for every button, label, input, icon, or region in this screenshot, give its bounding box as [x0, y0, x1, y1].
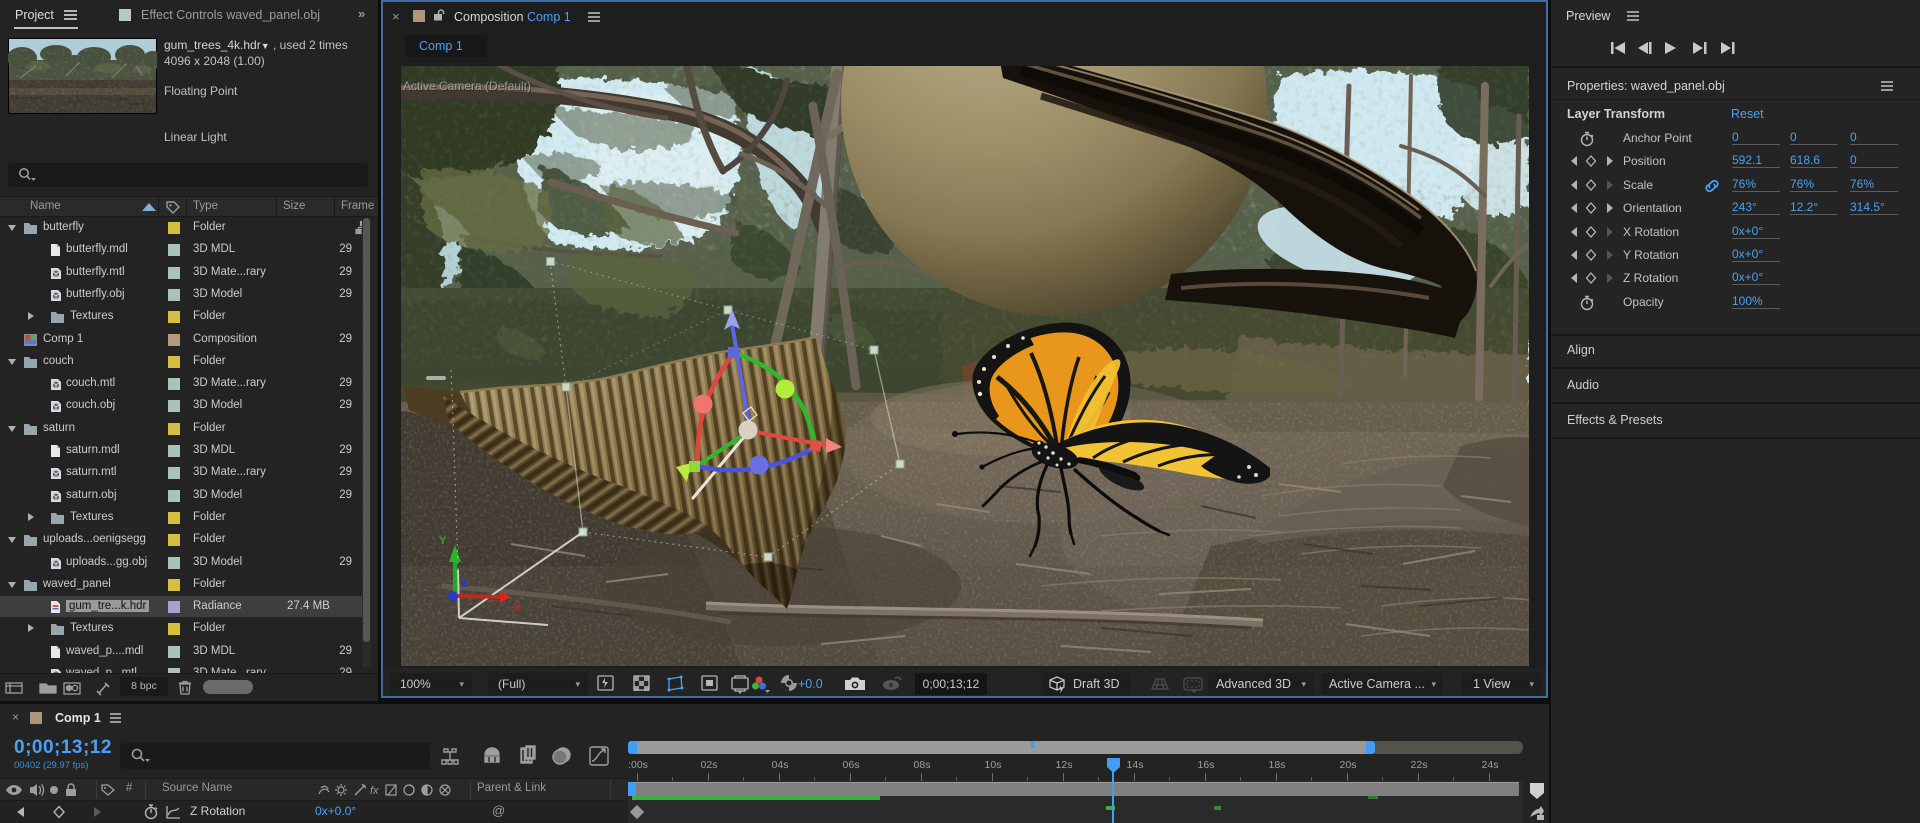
svg-text:fx: fx [370, 785, 379, 797]
svg-text:Active Camera (Default): Active Camera (Default) [403, 79, 531, 93]
svg-text:Z: Z [461, 578, 468, 590]
svg-text:X: X [513, 602, 521, 614]
svg-text:Y: Y [439, 535, 447, 547]
